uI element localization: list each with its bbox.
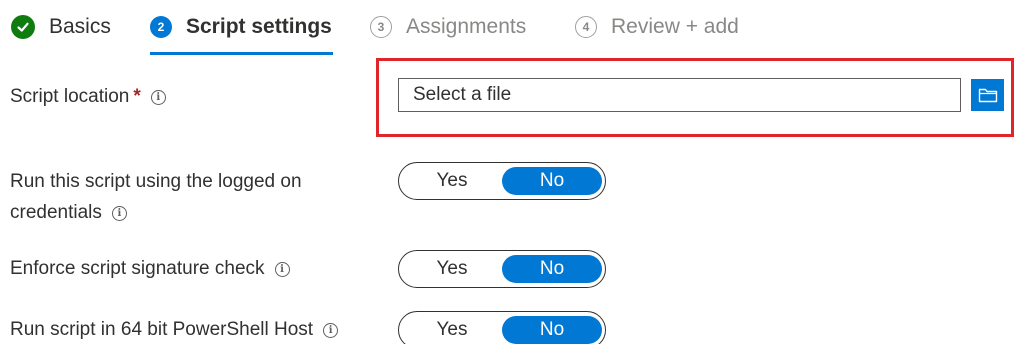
script-location-label: Script location bbox=[10, 86, 130, 107]
checkmark-icon bbox=[11, 15, 35, 39]
toggle-yes-option[interactable]: Yes bbox=[402, 167, 502, 195]
tab-basics-label: Basics bbox=[49, 15, 111, 38]
required-marker: * bbox=[133, 86, 141, 107]
script-settings-page: Basics 2 Script settings 3 Assignments 4… bbox=[0, 0, 1017, 344]
toggle-no-option[interactable]: No bbox=[502, 316, 602, 344]
wizard-tabs: Basics 2 Script settings 3 Assignments 4… bbox=[0, 0, 1017, 56]
tab-assignments-label: Assignments bbox=[406, 15, 527, 38]
tab-basics[interactable]: Basics bbox=[11, 10, 111, 44]
script-location-label-row: Script location * i bbox=[10, 81, 166, 112]
tab-script-settings-label: Script settings bbox=[186, 15, 332, 38]
run-64bit-label-row: Run script in 64 bit PowerShell Host i bbox=[10, 314, 339, 344]
folder-icon bbox=[978, 87, 998, 103]
tab-assignments[interactable]: 3 Assignments bbox=[370, 10, 526, 44]
step-number-badge: 2 bbox=[150, 16, 172, 38]
run-64bit-label: Run script in 64 bit PowerShell Host bbox=[10, 319, 314, 340]
step-number-badge: 4 bbox=[575, 16, 597, 38]
signature-check-toggle[interactable]: Yes No bbox=[398, 250, 606, 288]
info-icon[interactable]: i bbox=[323, 323, 339, 338]
signature-check-label-row: Enforce script signature check i bbox=[10, 253, 290, 284]
signature-check-label: Enforce script signature check bbox=[10, 258, 265, 279]
toggle-yes-option[interactable]: Yes bbox=[402, 316, 502, 344]
step-number-badge: 3 bbox=[370, 16, 392, 38]
run-as-logged-on-label-line1: Run this script using the logged on bbox=[10, 171, 302, 192]
run-as-logged-on-toggle[interactable]: Yes No bbox=[398, 162, 606, 200]
toggle-no-option[interactable]: No bbox=[502, 255, 602, 283]
run-64bit-toggle[interactable]: Yes No bbox=[398, 311, 606, 344]
tab-script-settings[interactable]: 2 Script settings bbox=[150, 10, 332, 44]
info-icon[interactable]: i bbox=[274, 262, 290, 277]
active-tab-underline bbox=[150, 52, 333, 55]
tab-review-add-label: Review + add bbox=[611, 15, 739, 38]
run-as-logged-on-label-row: Run this script using the logged on cred… bbox=[10, 166, 302, 228]
browse-file-button[interactable] bbox=[971, 79, 1004, 111]
toggle-yes-option[interactable]: Yes bbox=[402, 255, 502, 283]
run-as-logged-on-label-line2-row: credentials i bbox=[10, 197, 302, 228]
tab-review-add[interactable]: 4 Review + add bbox=[575, 10, 739, 44]
script-location-input[interactable] bbox=[398, 78, 961, 112]
toggle-no-option[interactable]: No bbox=[502, 167, 602, 195]
run-as-logged-on-label-line2: credentials bbox=[10, 202, 102, 223]
info-icon[interactable]: i bbox=[150, 90, 166, 105]
info-icon[interactable]: i bbox=[111, 206, 127, 221]
